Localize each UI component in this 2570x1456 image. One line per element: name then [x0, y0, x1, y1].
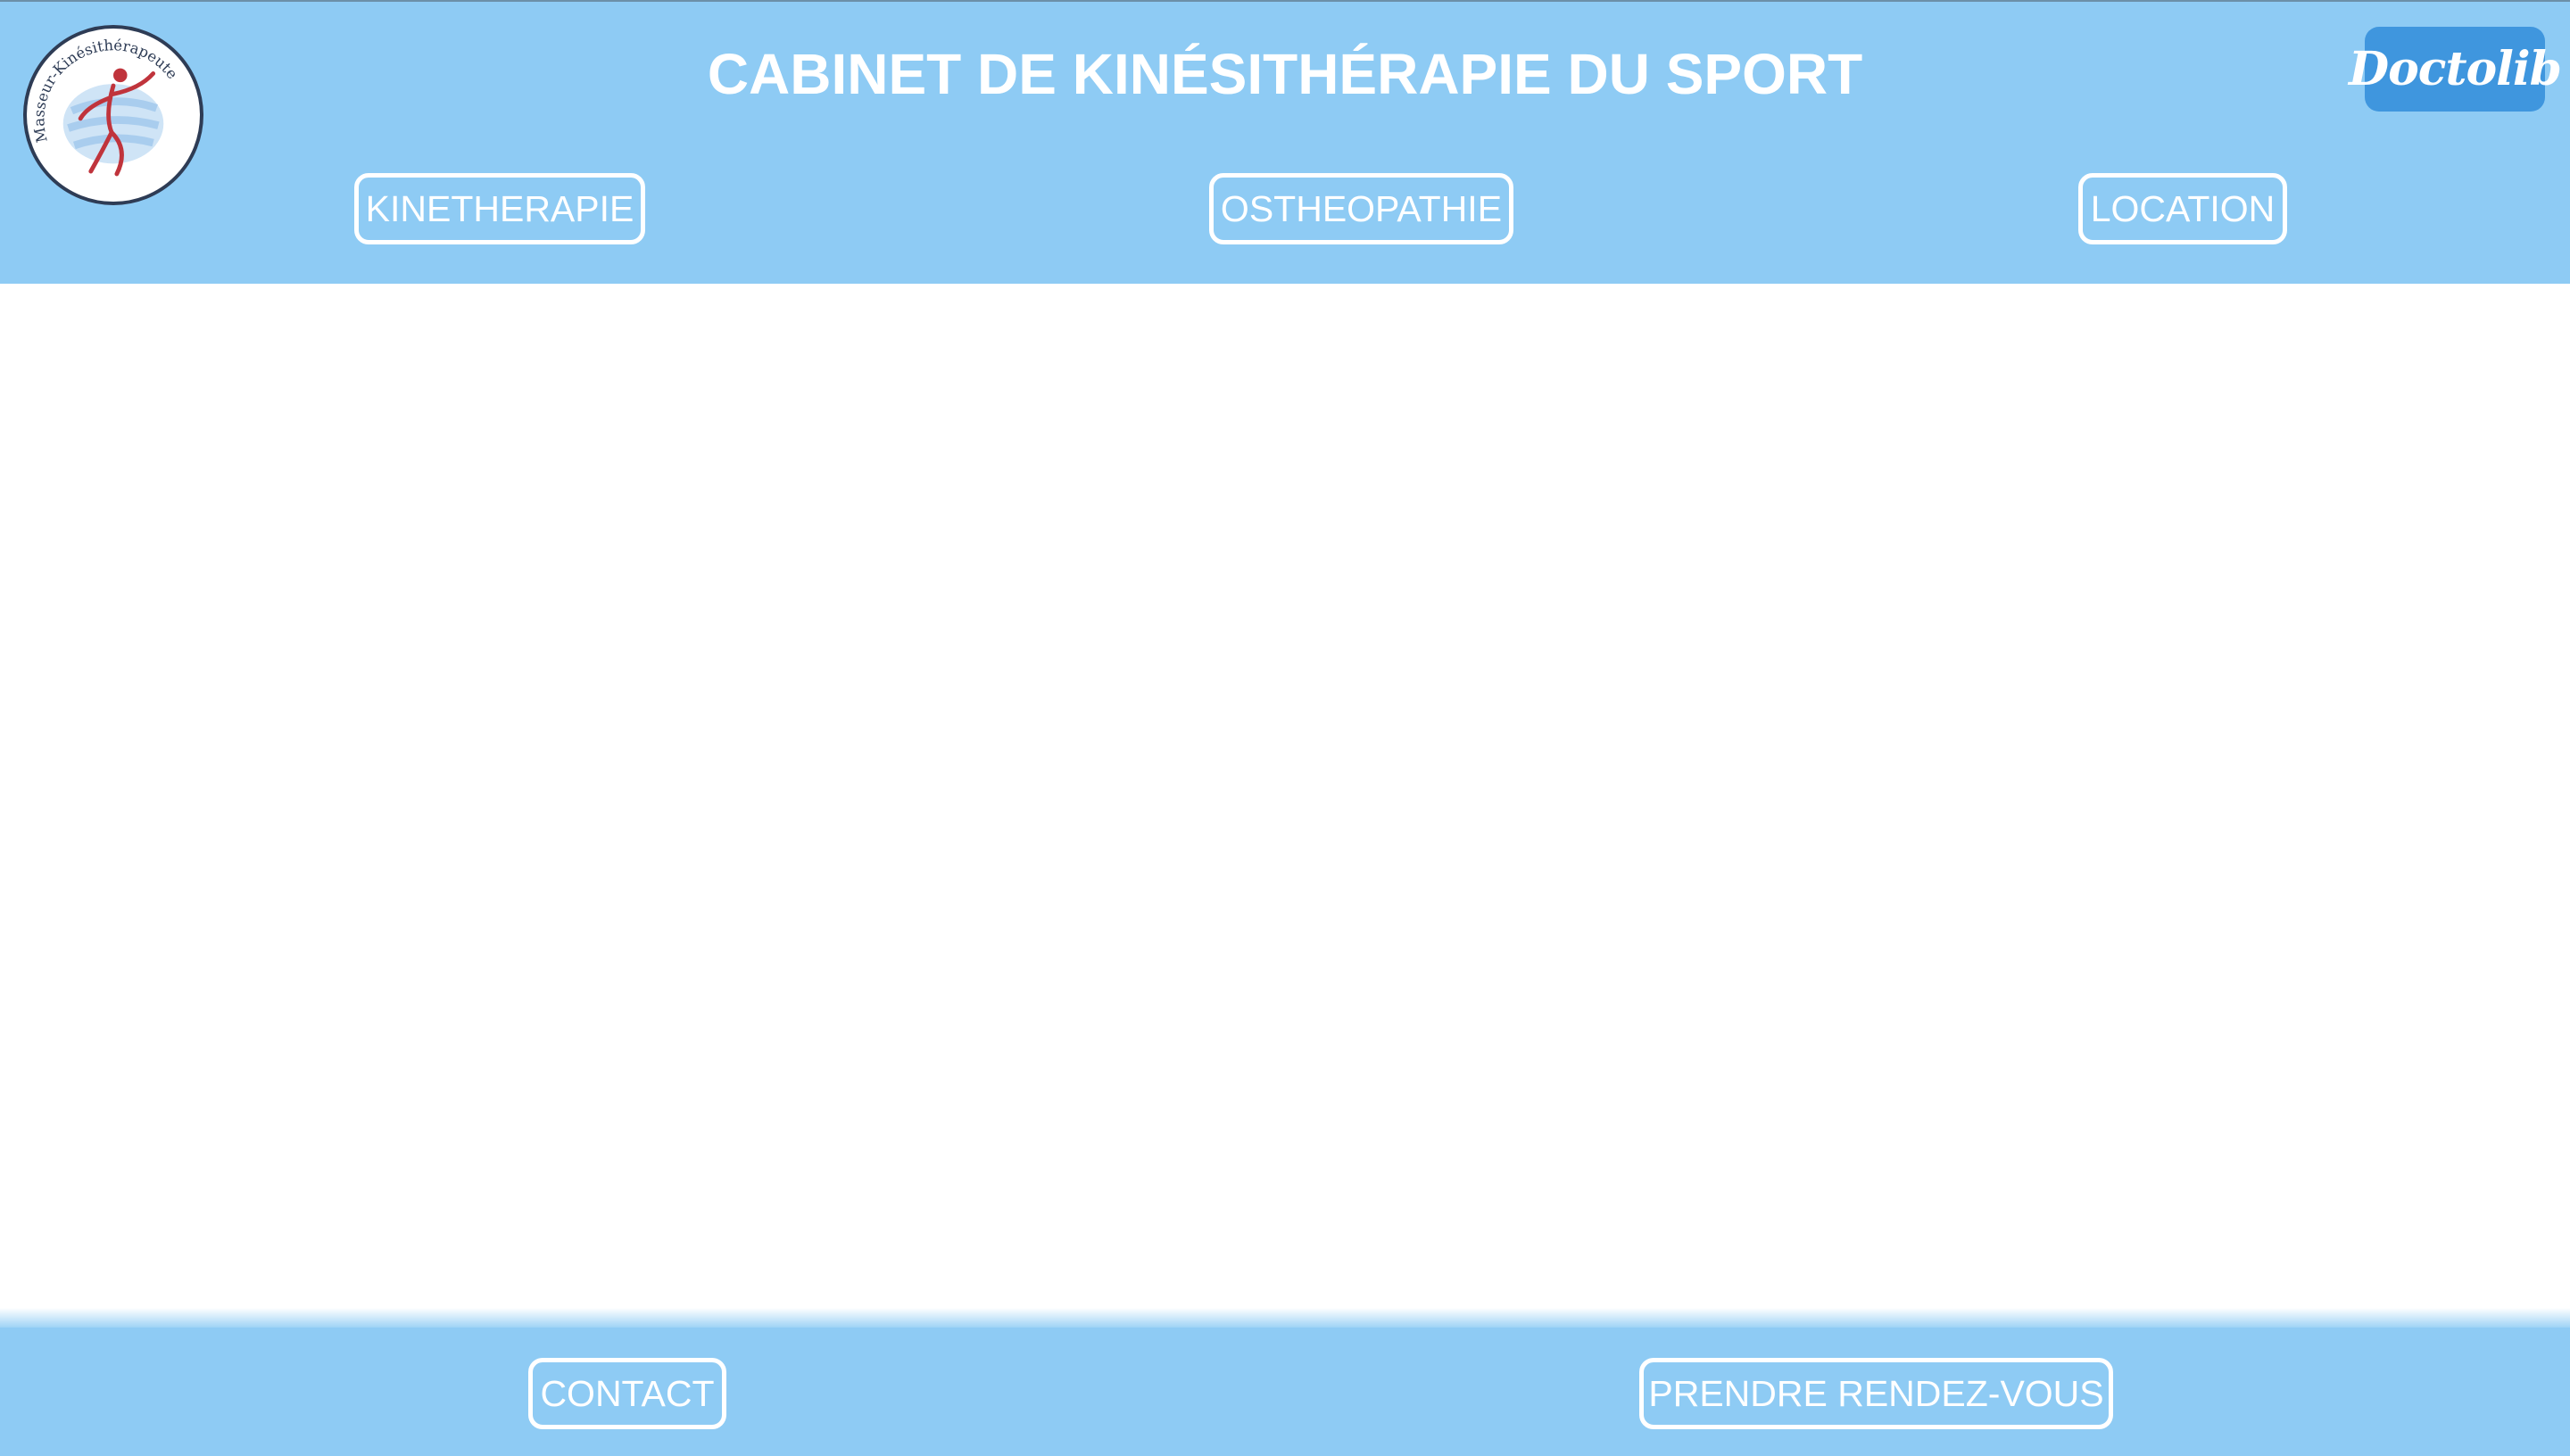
- contact-button[interactable]: CONTACT: [528, 1358, 726, 1429]
- main-content: [0, 284, 2570, 1328]
- book-appointment-button[interactable]: PRENDRE RENDEZ-VOUS: [1639, 1358, 2113, 1429]
- nav-kinetherapie-button[interactable]: KINETHERAPIE: [354, 173, 645, 244]
- nav-location-button[interactable]: LOCATION: [2078, 173, 2287, 244]
- site-header: Masseur-Kinésithérapeute CABINET DE KINÉ…: [0, 0, 2570, 303]
- site-footer: CONTACT PRENDRE RENDEZ-VOUS: [0, 1308, 2570, 1456]
- page: Masseur-Kinésithérapeute CABINET DE KINÉ…: [0, 0, 2570, 1456]
- doctolib-button[interactable]: Doctolib: [2349, 27, 2562, 112]
- page-title: CABINET DE KINÉSITHÉRAPIE DU SPORT: [707, 42, 1863, 106]
- nav-ostheopathie-button[interactable]: OSTHEOPATHIE: [1209, 173, 1513, 244]
